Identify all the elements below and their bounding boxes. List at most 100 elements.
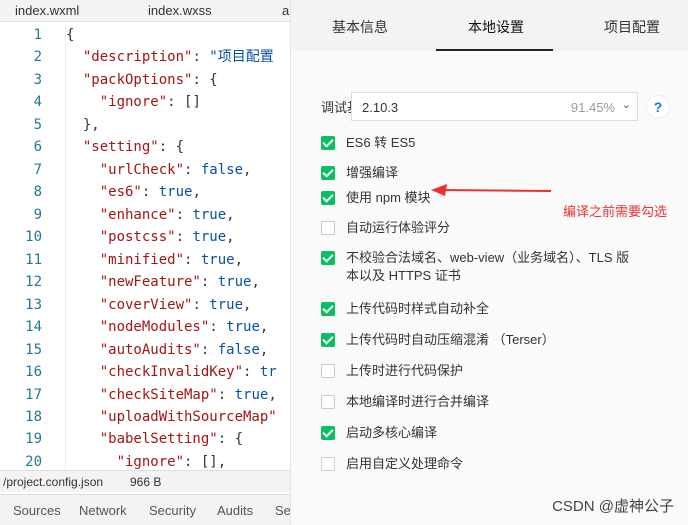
line-number: 12	[25, 274, 42, 291]
code-token: :	[184, 251, 201, 268]
code-line: "enhance": true,	[66, 204, 235, 227]
option-label: 上传代码时样式自动补全	[346, 300, 489, 318]
code-line: "uploadWithSourceMap"	[66, 406, 277, 429]
code-token: : {	[217, 431, 244, 448]
option-label-text: 本以及 HTTPS 证书	[346, 268, 461, 283]
option-label-text: 上传时进行代码保护	[346, 363, 464, 378]
code-token: : {	[158, 139, 185, 156]
code-line: "description": "项目配置	[66, 46, 274, 69]
code-token: false	[217, 341, 260, 358]
settings-tabs: 基本信息 本地设置 项目配置	[291, 0, 688, 51]
checkbox[interactable]	[321, 251, 335, 265]
code-token: :	[243, 364, 260, 381]
tab-project-config[interactable]: 项目配置	[604, 17, 660, 37]
option-label: 增强编译	[346, 164, 398, 182]
option-label: 本地编译时进行合并编译	[346, 393, 489, 411]
code-token: true	[217, 274, 252, 291]
devtools-tab-security[interactable]: Security	[149, 503, 196, 518]
code-area[interactable]: 1 {2 "description": "项目配置 3 "packOptions":…	[0, 24, 290, 470]
tab-local-settings[interactable]: 本地设置	[468, 17, 524, 37]
code-token: true	[158, 184, 193, 201]
code-line: "minified": true,	[66, 249, 243, 272]
line-number: 11	[25, 251, 42, 268]
code-token: true	[226, 319, 260, 336]
code-token: "coverView"	[99, 296, 193, 313]
code-line: "babelSetting": {	[66, 428, 243, 451]
code-token: "checkInvalidKey"	[99, 364, 244, 381]
watermark: CSDN @虚神公子	[552, 498, 674, 515]
checkbox[interactable]	[321, 457, 335, 471]
code-token: "项目配置	[209, 49, 274, 66]
lib-version: 2.10.3	[362, 100, 399, 115]
line-number: 14	[25, 319, 42, 336]
code-token: : [],	[184, 453, 227, 470]
file-tab-index-wxss[interactable]: index.wxss	[148, 3, 212, 18]
code-token: :	[175, 229, 193, 246]
checkbox[interactable]	[321, 333, 335, 347]
option-label-text: 不校验合法域名、web-view（业务域名）、TLS 版	[346, 250, 630, 265]
code-line: "ignore": []	[66, 91, 201, 114]
annotation-note: 编译之前需要勾选	[563, 204, 668, 219]
line-number: 15	[25, 341, 42, 358]
checkbox[interactable]	[321, 364, 335, 378]
code-token: true	[192, 206, 227, 223]
code-token: ,	[226, 229, 235, 246]
option-label: 启动多核心编译	[346, 424, 437, 442]
code-editor-pane: index.wxml index.wxss a 1 {2 "description…	[0, 0, 290, 525]
code-token: true	[192, 229, 227, 246]
line-number: 9	[33, 206, 42, 223]
code-token: true	[209, 296, 244, 313]
devtools-tabs: Sources Network Security Audits Se	[0, 494, 290, 525]
devtools-tab-sources[interactable]: Sources	[13, 503, 61, 518]
code-token: "packOptions"	[82, 71, 193, 88]
checkbox[interactable]	[321, 302, 335, 316]
code-token: "setting"	[82, 139, 159, 156]
code-token: "description"	[82, 49, 193, 66]
tab-basic-info[interactable]: 基本信息	[332, 17, 388, 37]
code-token: :	[200, 274, 218, 291]
code-line: "postcss": true,	[66, 226, 235, 249]
code-token: :	[141, 184, 159, 201]
checkbox[interactable]	[321, 221, 335, 235]
line-number: 18	[25, 408, 42, 425]
option-label: 启用自定义处理命令	[346, 455, 463, 473]
code-token: :	[184, 161, 201, 178]
help-icon[interactable]: ?	[646, 95, 670, 119]
code-token: ,	[259, 319, 269, 336]
code-token: ,	[259, 341, 269, 358]
checkbox[interactable]	[321, 395, 335, 409]
option-label-text: 增强编译	[346, 165, 399, 180]
code-token: "checkSiteMap"	[99, 386, 218, 403]
file-tab-other[interactable]: a	[282, 3, 289, 18]
code-line: "newFeature": true,	[66, 271, 260, 294]
code-token: {	[66, 27, 75, 43]
checkbox[interactable]	[321, 426, 335, 440]
checkbox[interactable]	[321, 166, 335, 180]
option-label-text: 启动多核心编译	[346, 425, 438, 440]
line-number: 17	[25, 386, 42, 403]
option-label-text: 上传代码时样式自动补全	[346, 301, 490, 316]
code-token: true	[200, 251, 235, 268]
file-tab-index-wxml[interactable]: index.wxml	[15, 3, 79, 18]
devtools-tab-audits[interactable]: Audits	[217, 503, 253, 518]
status-bar: /project.config.json 966 B	[0, 470, 290, 492]
lib-percent: 91.45%	[570, 100, 615, 115]
option-label-text: ES6 转 ES5	[346, 135, 416, 150]
checkbox[interactable]	[321, 136, 335, 150]
code-token: :	[217, 386, 235, 403]
code-token: "postcss"	[99, 229, 176, 246]
devtools-tab-more[interactable]: Se	[275, 503, 290, 518]
lib-version-select[interactable]: 2.10.3 91.45% ⌄	[351, 92, 638, 121]
checkbox[interactable]	[321, 191, 335, 205]
option-label-text: 本地编译时进行合并编译	[346, 394, 490, 409]
devtools-tab-network[interactable]: Network	[79, 503, 127, 518]
code-token: true	[234, 386, 269, 403]
